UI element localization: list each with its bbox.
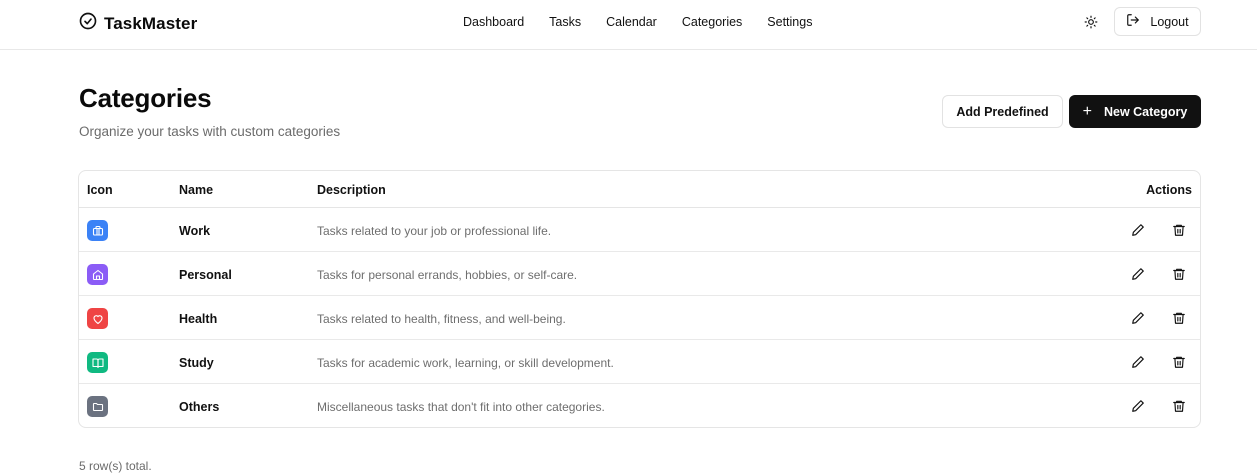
main-nav: Dashboard Tasks Calendar Categories Sett… (463, 15, 812, 29)
category-description: Tasks for personal errands, hobbies, or … (317, 268, 578, 282)
trash-icon[interactable] (1170, 221, 1188, 239)
folder-icon (87, 396, 108, 417)
book-open-icon (87, 352, 108, 373)
category-description: Tasks related to your job or professiona… (317, 224, 552, 238)
category-name: Personal (179, 268, 232, 282)
brand-name: TaskMaster (104, 13, 198, 33)
nav-link-calendar[interactable]: Calendar (606, 15, 657, 29)
table-row[interactable]: Health Tasks related to health, fitness,… (79, 296, 1200, 340)
sun-icon (1084, 15, 1098, 34)
nav-link-dashboard[interactable]: Dashboard (463, 15, 524, 29)
home-icon (87, 264, 108, 285)
column-header-description[interactable]: Description (317, 183, 386, 197)
briefcase-icon (87, 220, 108, 241)
nav-link-settings[interactable]: Settings (767, 15, 812, 29)
table-row[interactable]: Work Tasks related to your job or profes… (79, 208, 1200, 252)
column-header-icon[interactable]: Icon (87, 183, 113, 197)
pencil-icon[interactable] (1129, 265, 1147, 283)
theme-toggle-button[interactable] (1081, 14, 1101, 34)
column-header-actions: Actions (1146, 183, 1192, 197)
page-subtitle: Organize your tasks with custom categori… (79, 124, 341, 139)
brand[interactable]: TaskMaster (79, 12, 197, 35)
category-name: Health (179, 312, 218, 326)
logout-label: Logout (1150, 14, 1189, 29)
pencil-icon[interactable] (1129, 397, 1147, 415)
category-name: Others (179, 400, 220, 414)
top-navbar: TaskMaster Dashboard Tasks Calendar Cate… (0, 0, 1257, 50)
categories-table: Icon Name Description Actions Work Tasks… (78, 170, 1201, 428)
plus-icon: + (1082, 102, 1092, 120)
category-name: Work (179, 224, 211, 238)
row-count-text: 5 row(s) total. (79, 459, 152, 473)
category-name: Study (179, 356, 214, 370)
page-title: Categories (79, 83, 212, 113)
category-description: Tasks related to health, fitness, and we… (317, 312, 566, 326)
log-out-icon (1126, 13, 1140, 30)
column-header-name[interactable]: Name (179, 183, 213, 197)
trash-icon[interactable] (1170, 309, 1188, 327)
circle-check-icon (79, 12, 97, 35)
table-row[interactable]: Personal Tasks for personal errands, hob… (79, 252, 1200, 296)
new-category-button[interactable]: + New Category (1069, 95, 1201, 128)
category-description: Tasks for academic work, learning, or sk… (317, 356, 614, 370)
table-row[interactable]: Study Tasks for academic work, learning,… (79, 340, 1200, 384)
table-header: Icon Name Description Actions (79, 171, 1200, 208)
pencil-icon[interactable] (1129, 353, 1147, 371)
pencil-icon[interactable] (1129, 309, 1147, 327)
trash-icon[interactable] (1170, 353, 1188, 371)
add-predefined-button[interactable]: Add Predefined (942, 95, 1063, 128)
trash-icon[interactable] (1170, 265, 1188, 283)
logout-button[interactable]: Logout (1114, 7, 1201, 36)
pencil-icon[interactable] (1129, 221, 1147, 239)
heart-icon (87, 308, 108, 329)
nav-link-tasks[interactable]: Tasks (549, 15, 581, 29)
nav-link-categories[interactable]: Categories (682, 15, 742, 29)
category-description: Miscellaneous tasks that don't fit into … (317, 400, 605, 414)
table-row[interactable]: Others Miscellaneous tasks that don't fi… (79, 384, 1200, 427)
new-category-label: New Category (1103, 104, 1188, 119)
trash-icon[interactable] (1170, 397, 1188, 415)
